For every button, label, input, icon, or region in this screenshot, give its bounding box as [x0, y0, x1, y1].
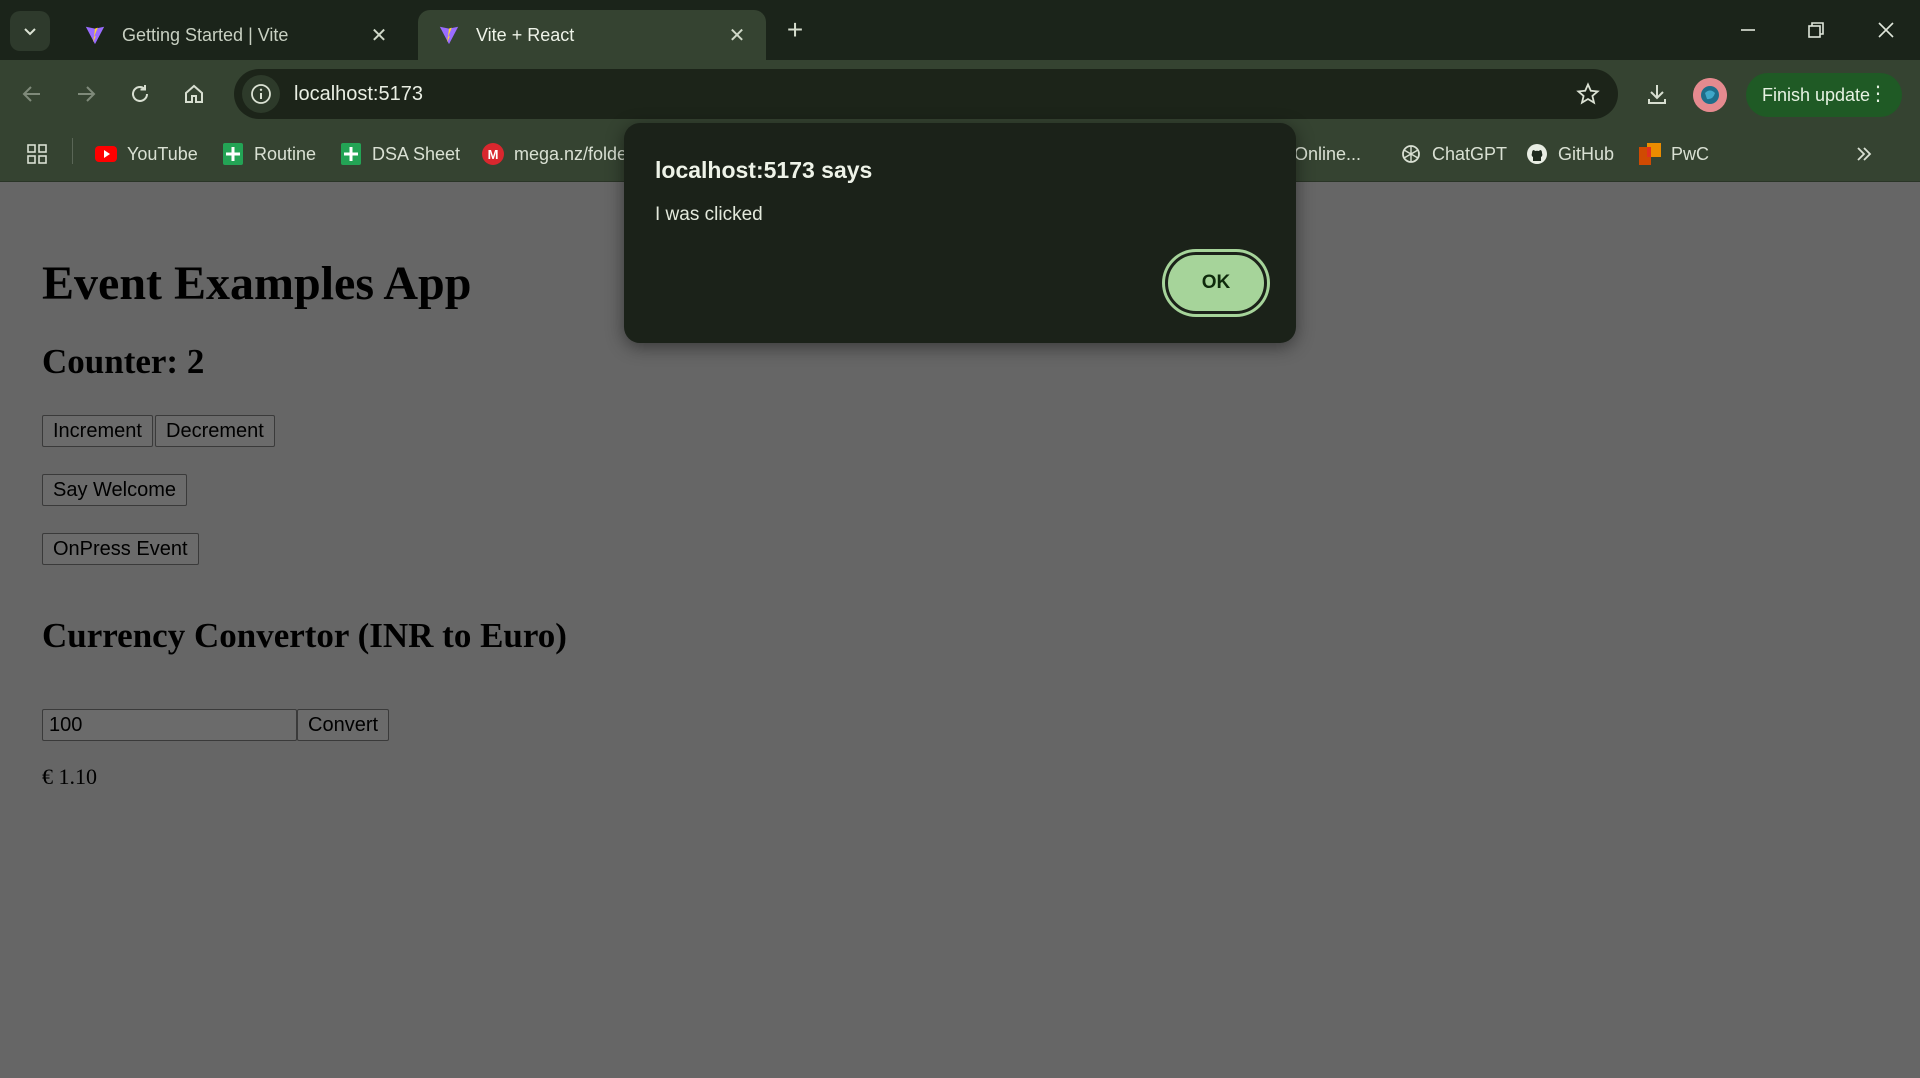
- download-icon[interactable]: [1637, 74, 1677, 114]
- converter-heading: Currency Convertor (INR to Euro): [42, 616, 567, 655]
- minimize-icon[interactable]: [1720, 8, 1776, 52]
- bookmark-label: YouTube: [127, 143, 198, 164]
- bookmark-dsa-sheet[interactable]: DSA Sheet: [340, 138, 460, 170]
- vite-logo-icon: [85, 26, 105, 45]
- browser-toolbar: localhost:5173 Finish update ⋮: [0, 60, 1920, 128]
- bookmark-label: ChatGPT: [1432, 143, 1508, 164]
- bookmark-pwc[interactable]: PwC: [1639, 138, 1709, 170]
- reload-icon[interactable]: [120, 74, 160, 114]
- address-bar[interactable]: localhost:5173: [234, 69, 1618, 119]
- bookmark-github[interactable]: GitHub: [1526, 138, 1614, 170]
- tab-title: Getting Started | Vite: [122, 24, 289, 45]
- sheets-icon: [340, 143, 362, 165]
- onpress-event-button[interactable]: OnPress Event: [42, 533, 199, 565]
- increment-button[interactable]: Increment: [42, 415, 153, 447]
- finish-update-button[interactable]: Finish update ⋮: [1746, 73, 1902, 117]
- finish-update-label: Finish update: [1762, 84, 1871, 105]
- chatgpt-icon: [1400, 143, 1422, 165]
- chevron-down-icon: [24, 28, 36, 36]
- decrement-button[interactable]: Decrement: [155, 415, 275, 447]
- bookmark-label: mega.nz/folde: [514, 143, 624, 164]
- sheets-icon: [222, 143, 244, 165]
- home-icon[interactable]: [174, 74, 214, 114]
- conversion-result: € 1.10: [42, 764, 97, 789]
- bookmark-label: Online...: [1294, 143, 1362, 164]
- pwc-icon: [1639, 143, 1661, 165]
- svg-text:M: M: [488, 147, 499, 162]
- convert-button[interactable]: Convert: [297, 709, 390, 741]
- bookmark-label: GitHub: [1558, 143, 1615, 164]
- mega-icon: M: [482, 143, 504, 165]
- bookmark-star-icon[interactable]: [1568, 74, 1608, 114]
- tab-vite-react[interactable]: Vite + React ✕: [418, 10, 766, 60]
- bookmark-mega[interactable]: M mega.nz/folde: [482, 138, 624, 170]
- site-info-icon[interactable]: [242, 75, 280, 113]
- alert-title: localhost:5173 says: [655, 157, 873, 183]
- bookmark-label: Routine: [254, 143, 317, 164]
- tab-getting-started[interactable]: Getting Started | Vite ✕: [64, 10, 408, 60]
- close-icon[interactable]: ✕: [368, 24, 390, 47]
- bookmark-online[interactable]: Online...: [1294, 138, 1361, 170]
- profile-avatar[interactable]: [1693, 78, 1727, 112]
- vite-logo-icon: [439, 26, 459, 45]
- more-bookmarks-icon[interactable]: [1854, 138, 1874, 170]
- tab-strip: Getting Started | Vite ✕ Vite + React ✕ …: [0, 0, 1920, 60]
- ok-button[interactable]: OK: [1165, 252, 1267, 314]
- back-arrow-icon[interactable]: [12, 74, 52, 114]
- forward-arrow-icon[interactable]: [66, 74, 106, 114]
- new-tab-button[interactable]: +: [780, 14, 810, 46]
- tab-title: Vite + React: [476, 24, 575, 45]
- alert-dialog: localhost:5173 says I was clicked OK: [624, 123, 1296, 343]
- url-text: localhost:5173: [294, 82, 423, 105]
- bookmark-routine[interactable]: Routine: [222, 138, 316, 170]
- window-close-icon[interactable]: [1858, 8, 1914, 52]
- bookmarks-divider: [72, 138, 73, 164]
- bookmark-label: DSA Sheet: [372, 143, 461, 164]
- more-vertical-icon[interactable]: ⋮: [1868, 83, 1888, 105]
- app-title: Event Examples App: [42, 257, 472, 310]
- bookmark-chatgpt[interactable]: ChatGPT: [1400, 138, 1507, 170]
- say-welcome-button[interactable]: Say Welcome: [42, 474, 188, 506]
- close-icon[interactable]: ✕: [726, 24, 748, 47]
- amount-input[interactable]: [42, 709, 297, 741]
- bookmark-label: PwC: [1671, 143, 1710, 164]
- youtube-icon: [95, 143, 117, 165]
- bookmark-youtube[interactable]: YouTube: [95, 138, 198, 170]
- counter-heading: Counter: 2: [42, 342, 205, 381]
- restore-icon[interactable]: [1788, 8, 1844, 52]
- apps-grid-icon[interactable]: [26, 138, 48, 170]
- tab-search-button[interactable]: [10, 11, 50, 51]
- github-icon: [1526, 143, 1548, 165]
- alert-message: I was clicked: [655, 204, 763, 225]
